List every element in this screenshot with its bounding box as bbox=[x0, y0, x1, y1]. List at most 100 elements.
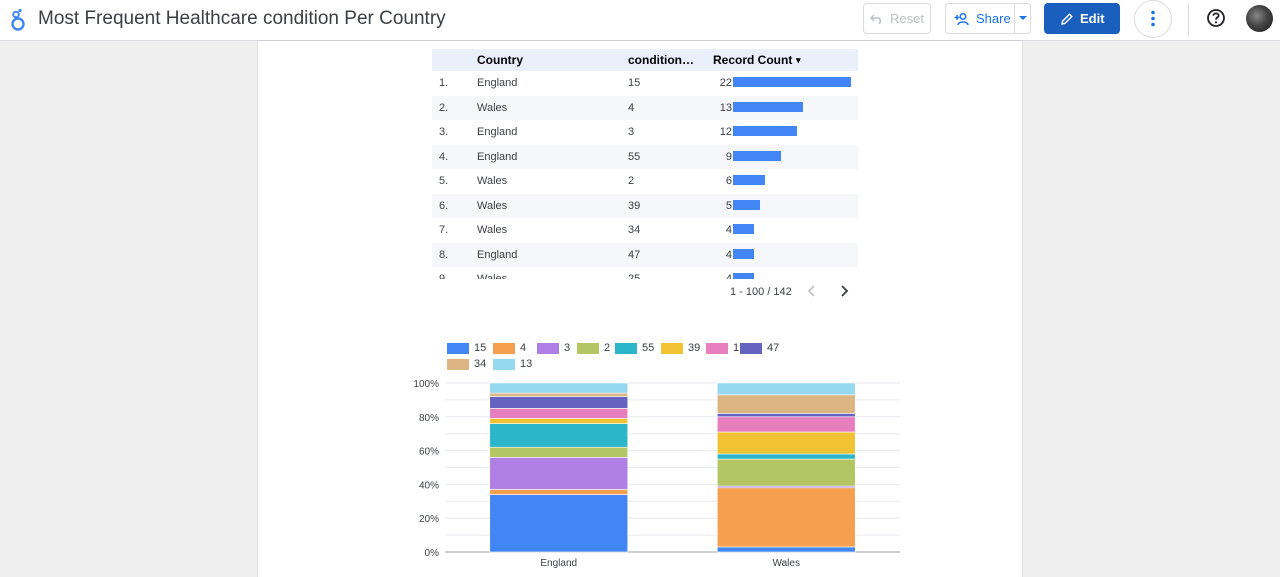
cell-country: Wales bbox=[477, 175, 508, 187]
legend-swatch bbox=[493, 342, 515, 354]
stacked-bar-segment[interactable] bbox=[489, 446, 629, 458]
cell-country: England bbox=[477, 126, 518, 138]
column-header-country[interactable]: Country bbox=[477, 53, 523, 67]
row-index: 3. bbox=[439, 126, 449, 138]
user-avatar[interactable] bbox=[1246, 5, 1273, 32]
legend-item[interactable]: 2 bbox=[577, 342, 610, 354]
stacked-bar-segment[interactable] bbox=[489, 382, 629, 394]
table-row[interactable]: 5. Wales 2 6 bbox=[432, 169, 858, 194]
cell-country: Wales bbox=[477, 101, 508, 114]
stacked-bar-segment[interactable] bbox=[489, 396, 629, 409]
cell-record-count: 9 bbox=[725, 150, 732, 163]
legend-label: 39 bbox=[688, 342, 701, 354]
column-header-record-count[interactable]: Record Count bbox=[713, 53, 792, 67]
cell-condition: 25 bbox=[628, 273, 641, 279]
stacked-bar-segment[interactable] bbox=[489, 489, 629, 495]
legend-swatch bbox=[661, 342, 683, 354]
legend-label: 1 bbox=[733, 342, 740, 354]
sort-desc-icon[interactable]: ▾ bbox=[796, 55, 801, 66]
legend-swatch bbox=[615, 342, 637, 354]
edit-label: Edit bbox=[1080, 11, 1105, 26]
record-count-bar bbox=[733, 150, 782, 161]
legend-label: 4 bbox=[520, 342, 527, 354]
legend-item[interactable]: 55 bbox=[615, 342, 654, 354]
legend-item[interactable]: 3 bbox=[537, 342, 570, 354]
more-options-button[interactable] bbox=[1134, 0, 1172, 38]
stacked-bar-segment[interactable] bbox=[489, 392, 629, 397]
table-row[interactable]: 9. Wales 25 4 bbox=[432, 267, 858, 279]
legend-swatch bbox=[577, 342, 599, 354]
stacked-bar-segment[interactable] bbox=[716, 431, 856, 455]
cell-condition: 55 bbox=[628, 150, 641, 163]
column-header-condition[interactable]: condition… bbox=[628, 53, 694, 67]
legend-label: 55 bbox=[642, 342, 655, 354]
table-row[interactable]: 8. England 47 4 bbox=[432, 242, 858, 267]
stacked-bar-segment[interactable] bbox=[716, 394, 856, 414]
stacked-bar-segment[interactable] bbox=[716, 413, 856, 418]
cell-record-count: 22 bbox=[719, 77, 732, 89]
stacked-bar-segment[interactable] bbox=[489, 457, 629, 490]
data-table: Country condition… Record Count ▾ 1. Engl… bbox=[432, 49, 858, 279]
stacked-bar-segment[interactable] bbox=[716, 458, 856, 487]
stacked-bar-segment[interactable] bbox=[716, 453, 856, 460]
cell-condition: 15 bbox=[628, 77, 641, 89]
share-button[interactable]: Share bbox=[945, 3, 1031, 34]
legend-item[interactable]: 34 bbox=[447, 358, 486, 370]
row-index: 6. bbox=[439, 199, 449, 212]
table-row[interactable]: 1. England 15 22 bbox=[432, 71, 858, 96]
share-divider bbox=[1014, 4, 1015, 33]
stacked-bar-segment[interactable] bbox=[489, 418, 629, 424]
cell-country: Wales bbox=[477, 224, 508, 236]
table-row[interactable]: 4. England 55 9 bbox=[432, 144, 858, 169]
cell-record-count: 5 bbox=[725, 199, 732, 212]
table-row[interactable]: 7. Wales 34 4 bbox=[432, 218, 858, 243]
table-row[interactable]: 3. England 3 12 bbox=[432, 120, 858, 145]
cell-record-count: 12 bbox=[719, 126, 732, 138]
legend-item[interactable]: 4 bbox=[493, 342, 526, 354]
stacked-bar-segment[interactable] bbox=[716, 416, 856, 433]
cell-record-count: 13 bbox=[719, 101, 732, 114]
stacked-bar-segment[interactable] bbox=[489, 423, 629, 448]
legend-item[interactable]: 47 bbox=[740, 342, 779, 354]
cell-condition: 47 bbox=[628, 248, 641, 261]
legend-item[interactable]: 39 bbox=[661, 342, 700, 354]
x-category-label: Wales bbox=[773, 558, 800, 569]
cell-condition: 4 bbox=[628, 101, 635, 114]
cell-condition: 2 bbox=[628, 175, 635, 187]
help-icon[interactable] bbox=[1206, 8, 1226, 28]
share-dropdown-icon[interactable] bbox=[1018, 12, 1028, 24]
stacked-bar-segment[interactable] bbox=[716, 546, 856, 553]
legend-item[interactable]: 13 bbox=[493, 358, 532, 370]
previous-page-icon[interactable] bbox=[806, 284, 818, 298]
stacked-bar-segment[interactable] bbox=[489, 408, 629, 419]
row-index: 7. bbox=[439, 224, 449, 236]
share-label: Share bbox=[976, 11, 1011, 26]
y-tick-label: 40% bbox=[419, 480, 439, 491]
table-row[interactable]: 6. Wales 39 5 bbox=[432, 193, 858, 218]
legend-item[interactable]: 15 bbox=[447, 342, 486, 354]
record-count-bar bbox=[733, 126, 798, 136]
table-header: Country condition… Record Count ▾ bbox=[432, 49, 858, 71]
legend-item[interactable]: 1 bbox=[706, 342, 739, 354]
cell-condition: 34 bbox=[628, 224, 641, 236]
table-row[interactable]: 2. Wales 4 13 bbox=[432, 95, 858, 120]
stacked-bar-segment[interactable] bbox=[716, 382, 856, 396]
stacked-bar-segment[interactable] bbox=[489, 494, 629, 553]
record-count-bar bbox=[733, 273, 755, 279]
cell-country: Wales bbox=[477, 273, 508, 279]
edit-button[interactable]: Edit bbox=[1044, 3, 1120, 34]
cell-country: Wales bbox=[477, 199, 508, 212]
legend-swatch bbox=[447, 342, 469, 354]
report-title[interactable]: Most Frequent Healthcare condition Per C… bbox=[38, 8, 446, 30]
table-body: 1. England 15 22 2. Wales 4 13 3. England 3 12 4. Eng… bbox=[432, 71, 858, 279]
next-page-icon[interactable] bbox=[838, 284, 850, 298]
reset-button[interactable]: Reset bbox=[863, 3, 931, 34]
top-bar: Most Frequent Healthcare condition Per C… bbox=[0, 0, 1280, 41]
cell-country: England bbox=[477, 77, 518, 89]
pagination-label: 1 - 100 / 142 bbox=[730, 286, 792, 298]
y-tick-label: 20% bbox=[419, 514, 439, 525]
legend-label: 34 bbox=[474, 358, 487, 370]
legend-label: 2 bbox=[604, 342, 611, 354]
stacked-bar-segment[interactable] bbox=[716, 487, 856, 548]
legend-swatch bbox=[706, 342, 728, 354]
